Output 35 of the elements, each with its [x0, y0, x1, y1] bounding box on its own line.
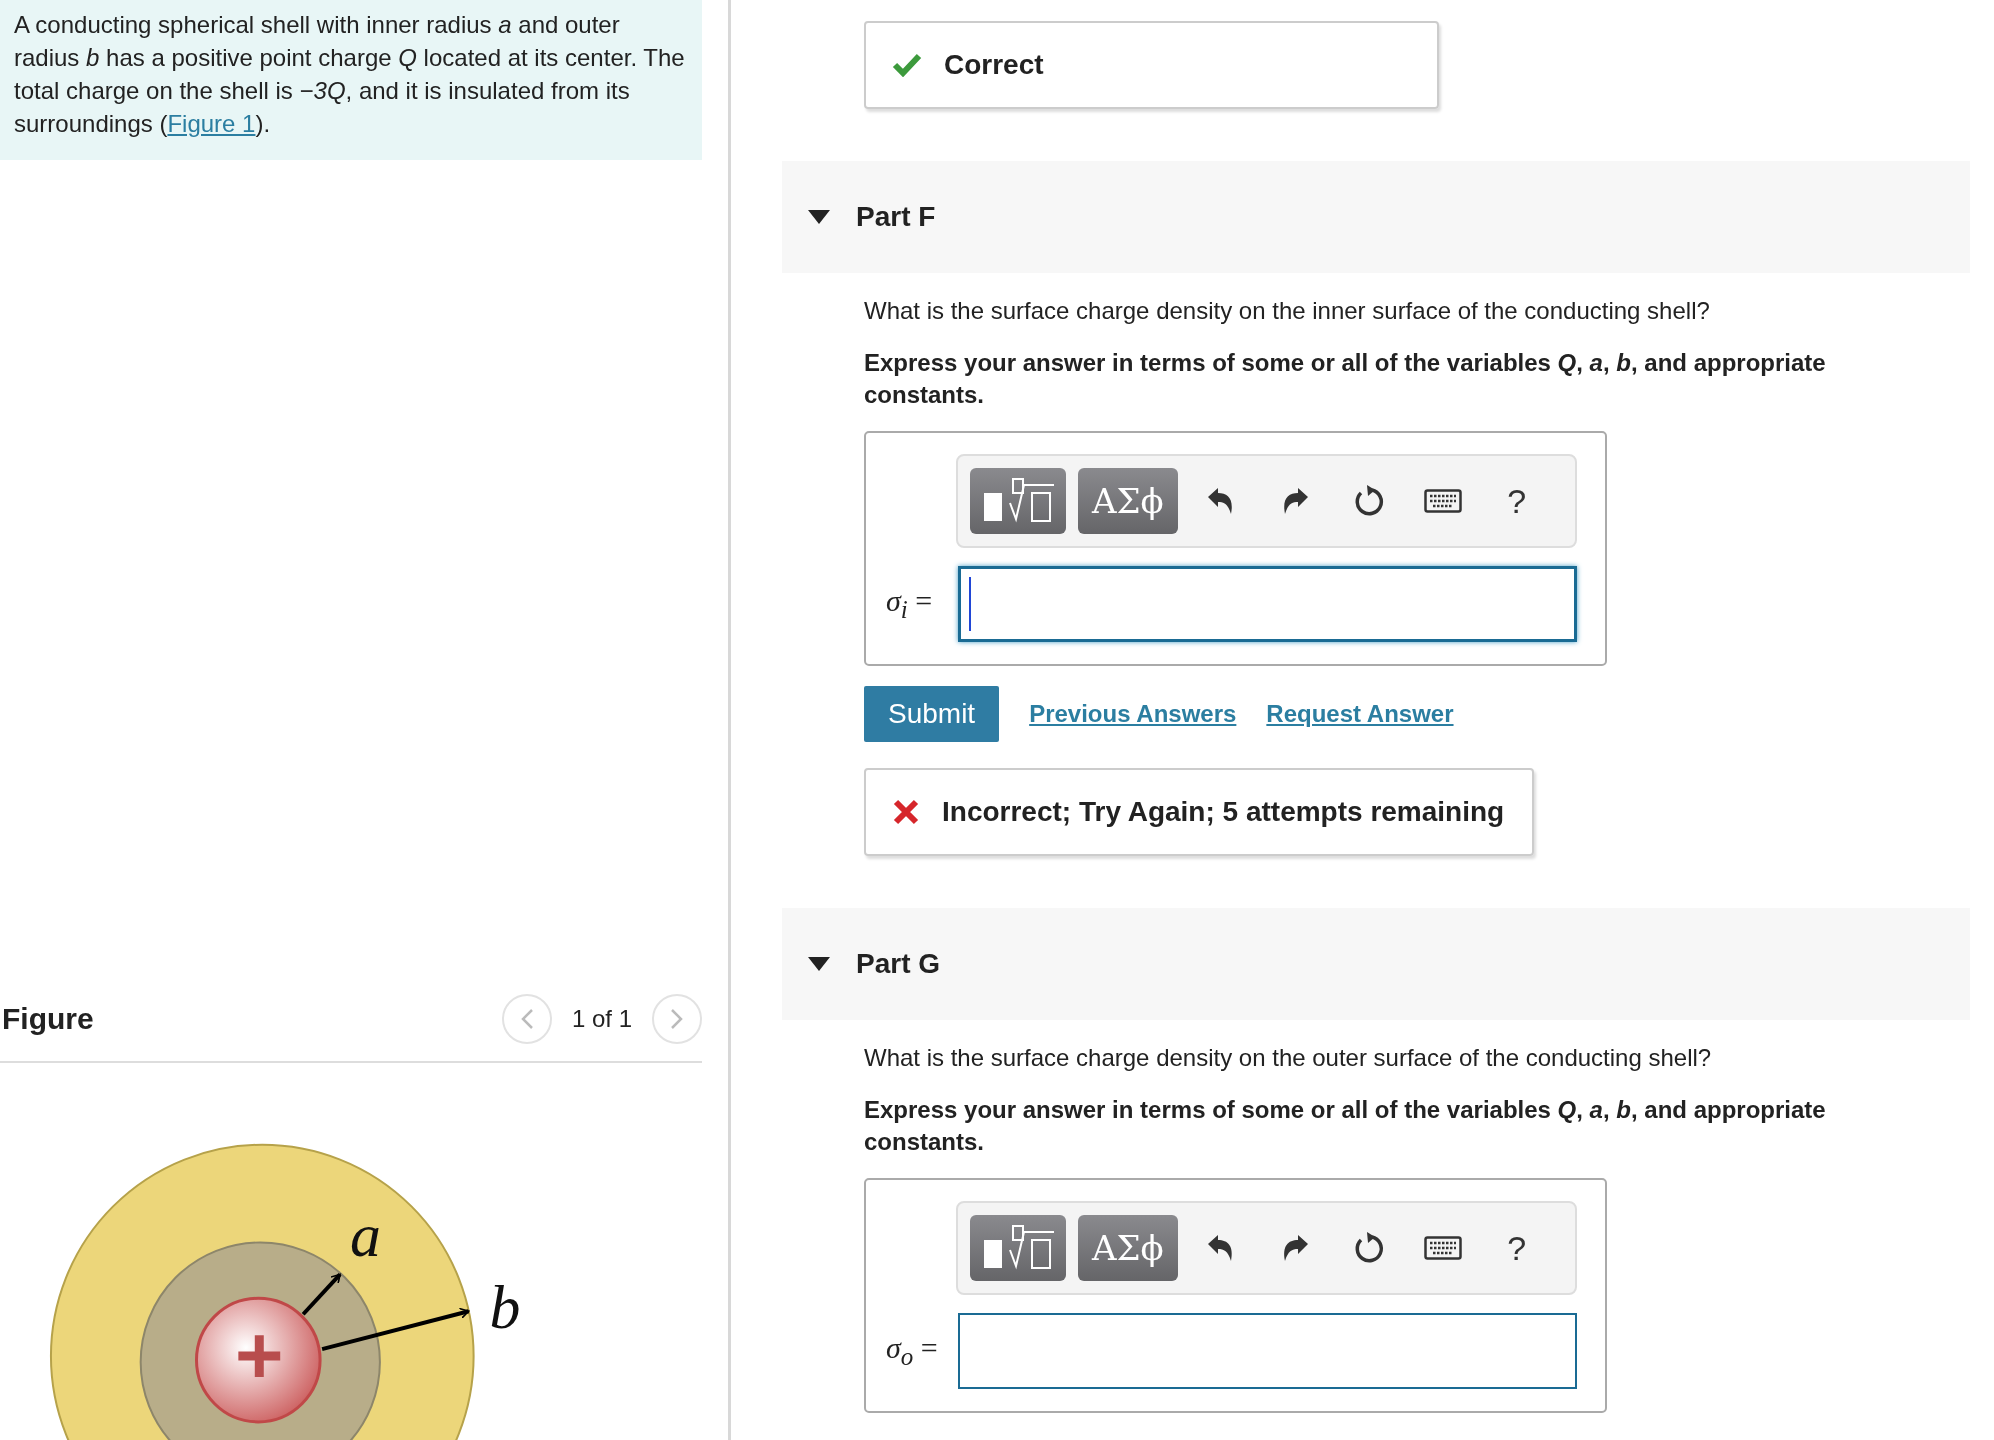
- answer-link[interactable]: Previous Answers: [1029, 700, 1237, 728]
- part-title: Part F: [856, 201, 936, 233]
- part-header[interactable]: Part F: [782, 161, 1970, 273]
- answer-label: σ$_{i}$ =: [886, 584, 934, 624]
- text-caret: [969, 577, 971, 631]
- question-text: What is the surface charge density on the inner surface of the conducting shell?: [864, 296, 1711, 326]
- answer-field[interactable]: [958, 1313, 1577, 1389]
- figure-counter: 1 of 1: [571, 1005, 632, 1034]
- chevron-right-icon: [670, 1008, 684, 1031]
- problem-statement: A conducting spherical shell with inner radius a and outer radius b has a positive point charge Q located at its center. The total charge on the shell is −3Q, and it is insulated from its surroundings (Figure 1).: [0, 0, 702, 160]
- instruction-text: Express your answer in terms of some or all of the variables Q, a, b, and appropriate constants.: [864, 1095, 1827, 1157]
- templates-button[interactable]: [970, 468, 1066, 534]
- feedback-text: Correct: [944, 49, 1044, 81]
- part-header[interactable]: Part G: [782, 908, 1970, 1020]
- help-button[interactable]: ?: [1485, 1218, 1548, 1278]
- keyboard-icon: [1423, 1236, 1462, 1260]
- answer-link[interactable]: Request Answer: [1266, 700, 1454, 728]
- keyboard-icon: [1423, 489, 1462, 513]
- cross-icon: [892, 798, 920, 826]
- figure-heading: Figure: [2, 1002, 94, 1037]
- templates-button[interactable]: [970, 1215, 1066, 1281]
- checkmark-icon: [892, 53, 922, 77]
- feedback-text: Incorrect; Try Again; 5 attempts remaining: [942, 796, 1505, 828]
- instruction-text: Express your answer in terms of some or all of the variables Q, a, b, and appropriate constants.: [864, 348, 1827, 410]
- radius-label: a: [350, 1201, 381, 1270]
- submit-button[interactable]: Submit: [864, 686, 1000, 742]
- answer-field[interactable]: [958, 566, 1577, 642]
- answer-label: σ$_{o}$ =: [886, 1331, 939, 1371]
- chevron-left-icon: [519, 1008, 534, 1031]
- radius-label: b: [489, 1273, 521, 1342]
- question-text: What is the surface charge density on the outer surface of the conducting shell?: [864, 1043, 1713, 1073]
- help-button[interactable]: ?: [1485, 471, 1548, 531]
- greek-symbols-button[interactable]: ΑΣϕ: [1078, 1215, 1178, 1281]
- greek-symbols-button[interactable]: ΑΣϕ: [1078, 468, 1178, 534]
- part-title: Part G: [856, 948, 941, 980]
